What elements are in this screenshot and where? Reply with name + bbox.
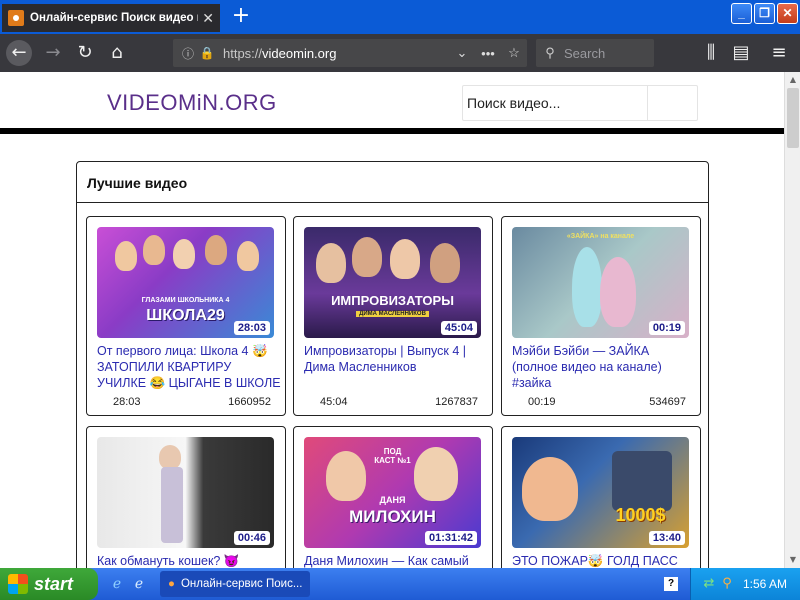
address-bar[interactable]: ⓘ 🔒 https://videomin.org ⌄ ••• ☆ bbox=[173, 39, 527, 67]
video-card[interactable]: ИМПРОВИЗАТОРЫ ДИМА МАСЛЕННИКОВ 45:04 Имп… bbox=[293, 216, 493, 416]
site-favicon-icon bbox=[8, 10, 24, 26]
hamburger-menu-icon[interactable]: ≡ bbox=[766, 40, 792, 66]
site-search-input[interactable]: Поиск видео... bbox=[463, 86, 647, 120]
video-card[interactable]: ГЛАЗАМИ ШКОЛЬНИКА 4 ШКОЛА29 28:03 От пер… bbox=[86, 216, 286, 416]
taskbar-window-button[interactable]: ● Онлайн-сервис Поис... bbox=[160, 571, 310, 597]
video-card[interactable]: ПОД КАСТ №1 ДАНЯ МИЛОХИН 01:31:42 Даня Ми… bbox=[293, 426, 493, 568]
firefox-icon: ● bbox=[168, 578, 175, 590]
start-label: start bbox=[34, 573, 74, 594]
video-thumbnail[interactable]: ИМПРОВИЗАТОРЫ ДИМА МАСЛЕННИКОВ 45:04 bbox=[304, 227, 481, 338]
url-text[interactable]: https://videomin.org bbox=[223, 46, 449, 61]
video-thumbnail[interactable]: 1000$ 13:40 bbox=[512, 437, 689, 548]
duration-badge: 13:40 bbox=[648, 531, 685, 545]
duration-badge: 00:19 bbox=[648, 321, 685, 335]
maximize-button[interactable]: ❐ bbox=[754, 3, 775, 24]
system-tray: ⇄ ⚲ 1:56 AM bbox=[690, 568, 800, 600]
thumb-text: «ЗАЙКА» на канале bbox=[566, 233, 635, 240]
url-domain: videomin.org bbox=[262, 45, 337, 61]
windows-logo-icon bbox=[8, 574, 28, 594]
video-title-link[interactable]: Как обмануть кошек? 😈 bbox=[97, 553, 282, 568]
thumb-subtext: ДИМА МАСЛЕННИКОВ bbox=[356, 311, 429, 317]
scroll-thumb[interactable] bbox=[787, 88, 799, 148]
best-videos-panel: Лучшие видео ГЛАЗАМИ ШКОЛЬНИКА 4 ШКОЛА29… bbox=[76, 161, 709, 568]
video-thumbnail[interactable]: 00:46 bbox=[97, 437, 274, 548]
video-duration: 45:04 bbox=[320, 396, 348, 408]
video-views: 534697 bbox=[649, 396, 686, 408]
panel-divider bbox=[77, 202, 708, 203]
duration-badge: 01:31:42 bbox=[424, 531, 477, 545]
new-tab-button[interactable]: + bbox=[228, 4, 254, 30]
taskbar: start ℯ ℯ ● Онлайн-сервис Поис... ? ⇄ ⚲ … bbox=[0, 568, 800, 600]
page-actions-icon[interactable]: ••• bbox=[475, 46, 501, 61]
site-search-button[interactable] bbox=[647, 86, 697, 120]
home-button[interactable]: ⌂ bbox=[104, 40, 130, 66]
thumb-text: ИМПРОВИЗАТОРЫ bbox=[331, 293, 454, 308]
internet-explorer-icon[interactable]: ℯ bbox=[108, 575, 126, 593]
back-button[interactable]: ← bbox=[6, 40, 32, 66]
site-header: VIDEOMiN.ORG Поиск видео... bbox=[0, 72, 784, 134]
search-icon: ⚲ bbox=[545, 45, 555, 60]
info-icon[interactable]: ⓘ bbox=[177, 45, 199, 62]
thumb-subtext: ДАНЯ bbox=[379, 495, 406, 505]
site-search-form: Поиск видео... bbox=[462, 85, 698, 121]
duration-badge: 45:04 bbox=[440, 321, 477, 335]
video-title-link[interactable]: Мэйби Бэйби — ЗАЙКА (полное видео на кан… bbox=[512, 343, 697, 391]
window-titlebar: Онлайн-сервис Поиск видео и с ✕ + _ ❐ ✕ bbox=[0, 0, 800, 34]
video-thumbnail[interactable]: ГЛАЗАМИ ШКОЛЬНИКА 4 ШКОЛА29 28:03 bbox=[97, 227, 274, 338]
panel-title: Лучшие видео bbox=[87, 175, 188, 191]
browser-search-placeholder: Search bbox=[564, 45, 606, 61]
video-title-link[interactable]: Импровизаторы | Выпуск 4 | Дима Масленни… bbox=[304, 343, 489, 391]
library-icon[interactable]: ⫼ bbox=[698, 40, 724, 66]
video-card[interactable]: 1000$ 13:40 ЭТО ПОЖАР🤯 ГОЛД ПАСС bbox=[501, 426, 701, 568]
page-viewport: VIDEOMiN.ORG Поиск видео... Лучшие видео… bbox=[0, 72, 784, 568]
sidebar-icon[interactable]: ▤ bbox=[728, 40, 754, 66]
close-window-button[interactable]: ✕ bbox=[777, 3, 798, 24]
video-card[interactable]: «ЗАЙКА» на канале 00:19 Мэйби Бэйби — ЗА… bbox=[501, 216, 701, 416]
video-duration: 00:19 bbox=[528, 396, 556, 408]
thumb-text: МИЛОХИН bbox=[349, 507, 436, 526]
scroll-down-icon[interactable]: ▼ bbox=[785, 552, 800, 568]
minimize-button[interactable]: _ bbox=[731, 3, 752, 24]
video-title-link[interactable]: ЭТО ПОЖАР🤯 ГОЛД ПАСС bbox=[512, 553, 697, 568]
site-logo[interactable]: VIDEOMiN.ORG bbox=[107, 90, 277, 116]
video-thumbnail[interactable]: «ЗАЙКА» на канале 00:19 bbox=[512, 227, 689, 338]
browser-search-input[interactable]: ⚲ Search bbox=[536, 39, 654, 67]
thumb-text: 1000$ bbox=[615, 505, 666, 525]
help-icon[interactable]: ? bbox=[664, 577, 678, 591]
forward-button[interactable]: → bbox=[40, 40, 66, 66]
network-icon[interactable]: ⇄ bbox=[701, 576, 717, 592]
lock-icon[interactable]: 🔒 bbox=[199, 46, 215, 60]
duration-badge: 28:03 bbox=[233, 321, 270, 335]
url-prefix: https:// bbox=[223, 45, 263, 61]
clock: 1:56 AM bbox=[743, 577, 788, 591]
duration-badge: 00:46 bbox=[233, 531, 270, 545]
video-card[interactable]: 00:46 Как обмануть кошек? 😈 bbox=[86, 426, 286, 568]
browser-quicklaunch-icon[interactable]: ℯ bbox=[130, 575, 148, 593]
close-tab-icon[interactable]: ✕ bbox=[202, 10, 214, 27]
tab-title: Онлайн-сервис Поиск видео и с bbox=[30, 12, 199, 24]
video-duration: 28:03 bbox=[113, 396, 141, 408]
browser-tab[interactable]: Онлайн-сервис Поиск видео и с ✕ bbox=[2, 4, 220, 32]
search-icon[interactable]: ⚲ bbox=[719, 576, 735, 592]
bookmark-star-icon[interactable]: ☆ bbox=[501, 45, 527, 61]
thumb-subtext: ГЛАЗАМИ ШКОЛЬНИКА 4 bbox=[141, 297, 230, 304]
scroll-up-icon[interactable]: ▲ bbox=[785, 72, 800, 88]
page-scrollbar[interactable]: ▲ ▼ bbox=[784, 72, 800, 568]
video-thumbnail[interactable]: ПОД КАСТ №1 ДАНЯ МИЛОХИН 01:31:42 bbox=[304, 437, 481, 548]
chevron-down-icon[interactable]: ⌄ bbox=[449, 45, 475, 61]
taskbar-window-label: Онлайн-сервис Поис... bbox=[180, 578, 303, 590]
video-views: 1267837 bbox=[435, 396, 478, 408]
video-title-link[interactable]: Даня Милохин — Как самый bbox=[304, 553, 489, 568]
video-title-link[interactable]: От первого лица: Школа 4 🤯 ЗАТОПИЛИ КВАР… bbox=[97, 343, 282, 391]
video-views: 1660952 bbox=[228, 396, 271, 408]
start-button[interactable]: start bbox=[0, 568, 98, 600]
reload-button[interactable]: ↻ bbox=[72, 40, 98, 66]
